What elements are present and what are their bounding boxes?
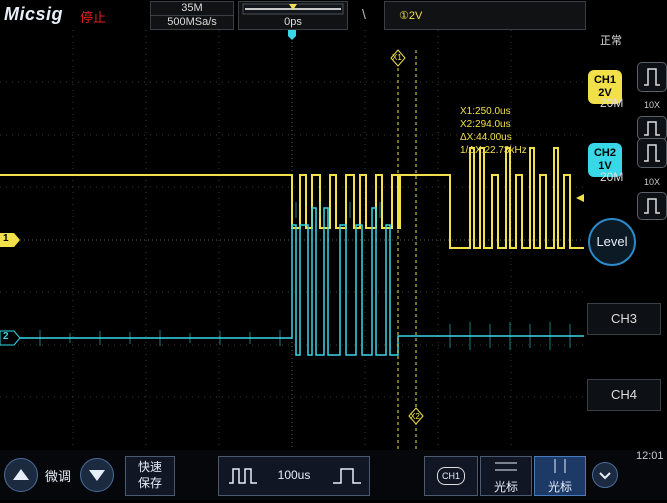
ch2-invert-icon[interactable] xyxy=(637,192,667,220)
trigger-level-button[interactable]: Level xyxy=(588,218,636,266)
ch2-coupling-icon[interactable] xyxy=(637,138,667,168)
triangle-down-icon xyxy=(89,470,105,481)
ch2-noise-band xyxy=(9,202,571,350)
waveform-canvas[interactable] xyxy=(0,30,584,450)
ch1-invert-icon[interactable] xyxy=(637,116,667,140)
ch1-coupling-icon[interactable] xyxy=(637,62,667,92)
ch1-name: CH1 xyxy=(593,74,616,86)
record-window-bar-icon xyxy=(242,3,344,15)
trigger-source-level: ①2V xyxy=(399,10,423,22)
ch2-probe[interactable]: 10X xyxy=(637,177,667,187)
quick-save-line1: 快速 xyxy=(137,460,162,474)
timebase-expand-icon[interactable] xyxy=(225,465,261,487)
time-position-value: 0ps xyxy=(284,16,302,28)
edge-slope-icon[interactable]: \ xyxy=(362,6,366,22)
timebase-compress-icon[interactable] xyxy=(329,465,365,487)
horizontal-cursor-icon xyxy=(495,462,517,471)
trigger-info-box[interactable]: ①2V xyxy=(384,1,586,30)
timebase-value: 100us xyxy=(277,468,311,482)
ch1-marker-label: 1 xyxy=(3,233,9,244)
cursor-x1-value: X1:250.0us xyxy=(460,106,511,117)
vertical-cursor-icon xyxy=(554,459,566,473)
trigger-level-arrow xyxy=(576,194,584,202)
bottom-toolbar: 微调 快速 保存 100us CH1 光标 光标 xyxy=(0,450,667,500)
time-position-box[interactable]: 0ps xyxy=(238,1,348,30)
quick-save-line2: 保存 xyxy=(137,476,162,490)
ch1-badge: CH1 xyxy=(437,467,465,485)
cursor-x1-label: X1 xyxy=(392,53,402,62)
acquisition-mode[interactable]: 正常 xyxy=(600,32,622,48)
top-status-bar: Micsig 停止 35M 500MSa/s 0ps \ ①2V xyxy=(0,0,667,30)
ch1-probe[interactable]: 10X xyxy=(637,100,667,110)
brand-logo: Micsig xyxy=(4,4,64,24)
chevron-down-icon xyxy=(599,472,611,480)
ch2-bandwidth: 20M xyxy=(600,170,624,184)
system-clock: 12:01 xyxy=(636,450,664,462)
ch3-button[interactable]: CH3 xyxy=(587,303,661,335)
cursor-readout: X1:250.0us X2:294.0us ΔX:44.00us 1/ΔX:22… xyxy=(460,105,527,157)
ch2-name: CH2 xyxy=(593,147,616,159)
cursor-frequency-value: 1/ΔX:22.73kHz xyxy=(460,145,527,156)
horizontal-cursor-label: 光标 xyxy=(493,480,518,494)
horizontal-cursor-button[interactable]: 光标 xyxy=(480,456,532,496)
vertical-cursor-label: 光标 xyxy=(547,480,572,494)
ch4-button[interactable]: CH4 xyxy=(587,379,661,411)
ch2-waveform xyxy=(0,207,584,356)
cursor-x2-value: X2:294.0us xyxy=(460,119,511,130)
run-stop-status[interactable]: 停止 xyxy=(80,7,106,26)
cursor-channel-select[interactable]: CH1 xyxy=(424,456,478,496)
triangle-up-icon xyxy=(13,469,29,480)
waveform-display[interactable]: 1 2 X1 X2 X1:250.0us X2:294.0us ΔX:44.00… xyxy=(0,30,584,450)
quick-save-button[interactable]: 快速 保存 xyxy=(125,456,175,496)
expand-menu-button[interactable] xyxy=(592,462,618,488)
fine-adjust-label: 微调 xyxy=(45,469,72,484)
timebase-control[interactable]: 100us xyxy=(218,456,370,496)
ch2-marker-label: 2 xyxy=(3,331,9,342)
trigger-position-marker xyxy=(288,30,296,40)
scroll-up-button[interactable] xyxy=(4,458,38,492)
cursor-delta-value: ΔX:44.00us xyxy=(460,132,512,143)
scroll-down-button[interactable] xyxy=(80,458,114,492)
ch1-bandwidth: 20M xyxy=(600,96,624,110)
vertical-cursor-button[interactable]: 光标 xyxy=(534,456,586,496)
sample-rate[interactable]: 500MSa/s xyxy=(150,15,234,30)
cursor-x2-label: X2 xyxy=(410,412,420,421)
memory-depth[interactable]: 35M xyxy=(150,1,234,16)
